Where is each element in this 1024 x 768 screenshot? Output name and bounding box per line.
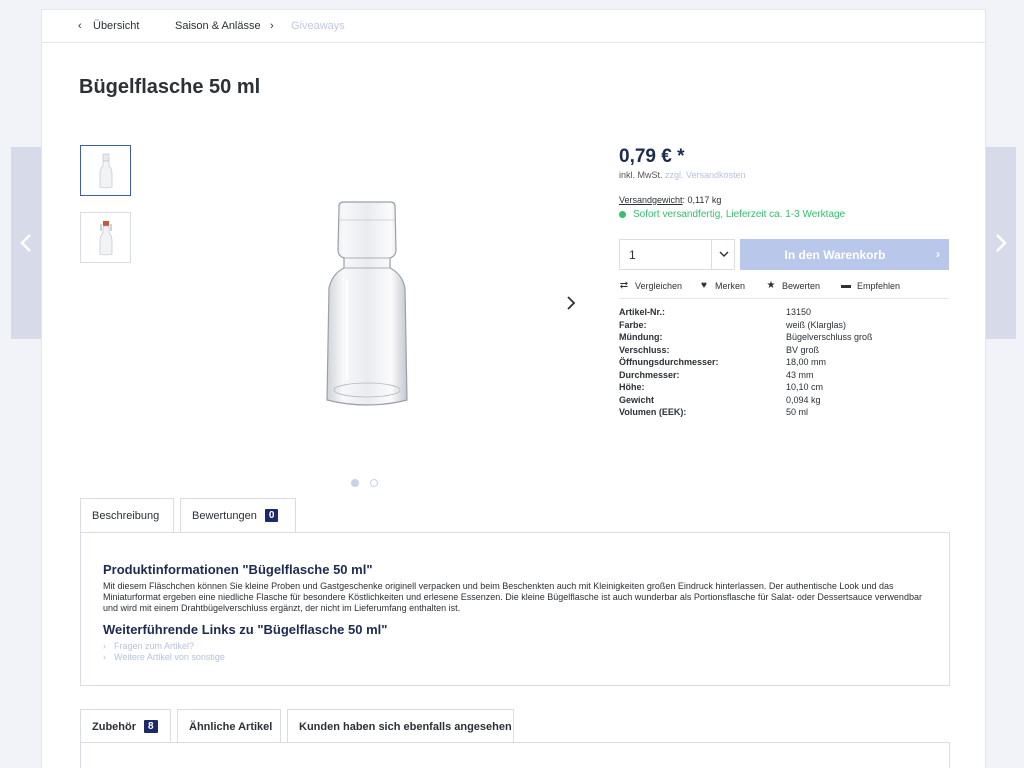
next-product-button[interactable] (986, 147, 1016, 339)
shipping-weight-label: Versandgewicht (619, 195, 683, 205)
bottle-thumbnail-image (99, 153, 112, 188)
compare-button[interactable]: ⇄ Vergleichen (619, 280, 682, 291)
slider-dot-1[interactable] (351, 479, 359, 487)
tab-similar-label: Ähnliche Artikel (189, 720, 273, 733)
tab-description[interactable]: Beschreibung (80, 498, 174, 532)
page-title: Bügelflasche 50 ml (79, 76, 261, 98)
property-value: 10,10 cm (786, 382, 824, 392)
comment-icon: ▬ (841, 280, 851, 291)
tab-also-viewed-label: Kunden haben sich ebenfalls angesehen (299, 720, 512, 733)
shipping-costs-link[interactable]: zzgl. Versandkosten (665, 170, 746, 180)
availability-text: Sofort versandfertig, Lieferzeit ca. 1-3… (633, 209, 846, 220)
chevron-right-icon: › (103, 641, 106, 651)
status-dot-icon (619, 211, 626, 218)
property-label: Farbe: (619, 319, 647, 330)
product-price: 0,79 € * (619, 146, 685, 167)
property-value: BV groß (786, 344, 820, 355)
tab-accessories[interactable]: Zubehör 8 (80, 709, 171, 743)
description-panel: Produktinformationen "Bügelflasche 50 ml… (80, 532, 950, 686)
add-to-cart-label: In den Warenkorb (784, 248, 886, 262)
property-label: Durchmesser: (619, 369, 680, 380)
tab-reviews[interactable]: Bewertungen 0 (180, 498, 296, 532)
chevron-right-icon: › (936, 247, 940, 261)
product-image[interactable] (322, 200, 412, 410)
property-label: Artikel-Nr.: (619, 307, 666, 317)
slider-dot-2[interactable] (370, 479, 378, 487)
property-value: 18,00 mm (786, 357, 827, 367)
reviews-count-badge: 0 (264, 509, 279, 522)
rate-button[interactable]: ★ Bewerten (766, 280, 821, 291)
price-note: inkl. MwSt. zzgl. Versandkosten (619, 170, 746, 180)
availability-status: Sofort versandfertig, Lieferzeit ca. 1-3… (619, 209, 845, 220)
property-value: 50 ml (786, 407, 809, 417)
property-value: weiß (Klarglas) (786, 319, 847, 330)
more-articles-link[interactable]: › Weitere Artikel von sonstige (103, 652, 225, 662)
breadcrumb-item-giveaways[interactable]: Giveaways (291, 20, 345, 32)
description-text: Mit diesem Fläschchen können Sie kleine … (103, 581, 922, 613)
glass-bottle-image (326, 201, 408, 406)
chevron-left-icon (20, 234, 31, 252)
rate-label: Bewerten (782, 280, 821, 291)
links-heading: Weiterführende Links zu "Bügelflasche 50… (103, 622, 388, 637)
divider (619, 298, 949, 299)
related-products-panel (80, 742, 950, 768)
heart-icon: ♥ (701, 280, 707, 291)
product-page: ‹ Übersicht Saison & Anlässe › Giveaways… (41, 9, 986, 768)
description-heading: Produktinformationen "Bügelflasche 50 ml… (103, 562, 373, 577)
property-label: Höhe: (619, 382, 645, 392)
tab-accessories-label: Zubehör (92, 720, 136, 733)
property-label: Volumen (EEK): (619, 407, 687, 417)
chevron-right-icon: › (270, 20, 274, 32)
image-next-button[interactable] (564, 294, 578, 312)
breadcrumb-item-saison[interactable]: Saison & Anlässe (175, 20, 261, 32)
previous-product-button[interactable] (11, 147, 41, 339)
quantity-divider (711, 240, 712, 269)
image-slider-dots (351, 474, 389, 492)
tab-similar-articles[interactable]: Ähnliche Artikel (177, 709, 281, 743)
vat-note: inkl. MwSt. (619, 170, 663, 180)
remember-label: Merken (715, 280, 746, 291)
accessories-count-badge: 8 (144, 720, 158, 733)
tab-description-label: Beschreibung (92, 509, 160, 522)
recommend-button[interactable]: ▬ Empfehlen (841, 280, 900, 291)
questions-link[interactable]: › Fragen zum Artikel? (103, 641, 194, 651)
chevron-right-icon (567, 296, 576, 310)
chevron-right-icon (996, 234, 1007, 252)
bottle-with-clasp-thumbnail-image (99, 220, 112, 255)
tab-reviews-label: Bewertungen (192, 509, 257, 522)
breadcrumb: ‹ Übersicht Saison & Anlässe › Giveaways (42, 10, 985, 43)
property-value: 43 mm (786, 369, 814, 380)
remember-button[interactable]: ♥ Merken (699, 280, 745, 291)
thumbnail-1[interactable] (80, 145, 131, 196)
quantity-select[interactable]: 1 (619, 239, 735, 270)
chevron-left-icon: ‹ (78, 20, 82, 32)
questions-link-label: Fragen zum Artikel? (114, 641, 195, 651)
recommend-label: Empfehlen (857, 280, 901, 291)
chevron-right-icon: › (103, 652, 106, 662)
add-to-cart-button[interactable]: In den Warenkorb › (740, 239, 949, 270)
shipping-weight-value: : 0,117 kg (682, 195, 722, 205)
thumbnail-2[interactable] (80, 212, 131, 263)
property-label: Verschluss: (619, 344, 670, 355)
star-icon: ★ (766, 280, 776, 291)
breadcrumb-back-link[interactable]: Übersicht (93, 20, 139, 32)
property-label: Öffnungsdurchmesser: (619, 357, 719, 367)
quantity-value: 1 (629, 248, 636, 262)
shipping-weight: Versandgewicht: 0,117 kg (619, 195, 721, 205)
tab-also-viewed[interactable]: Kunden haben sich ebenfalls angesehen (287, 709, 514, 743)
property-value: Bügelverschluss groß (786, 332, 873, 342)
property-label: Mündung: (619, 332, 663, 342)
compare-label: Vergleichen (635, 280, 683, 291)
property-label: Gewicht (619, 394, 655, 405)
compare-icon: ⇄ (619, 280, 629, 291)
property-value: 13150 (786, 307, 812, 317)
property-value: 0,094 kg (786, 394, 821, 405)
more-articles-link-label: Weitere Artikel von sonstige (114, 652, 225, 662)
chevron-down-icon (719, 251, 729, 257)
